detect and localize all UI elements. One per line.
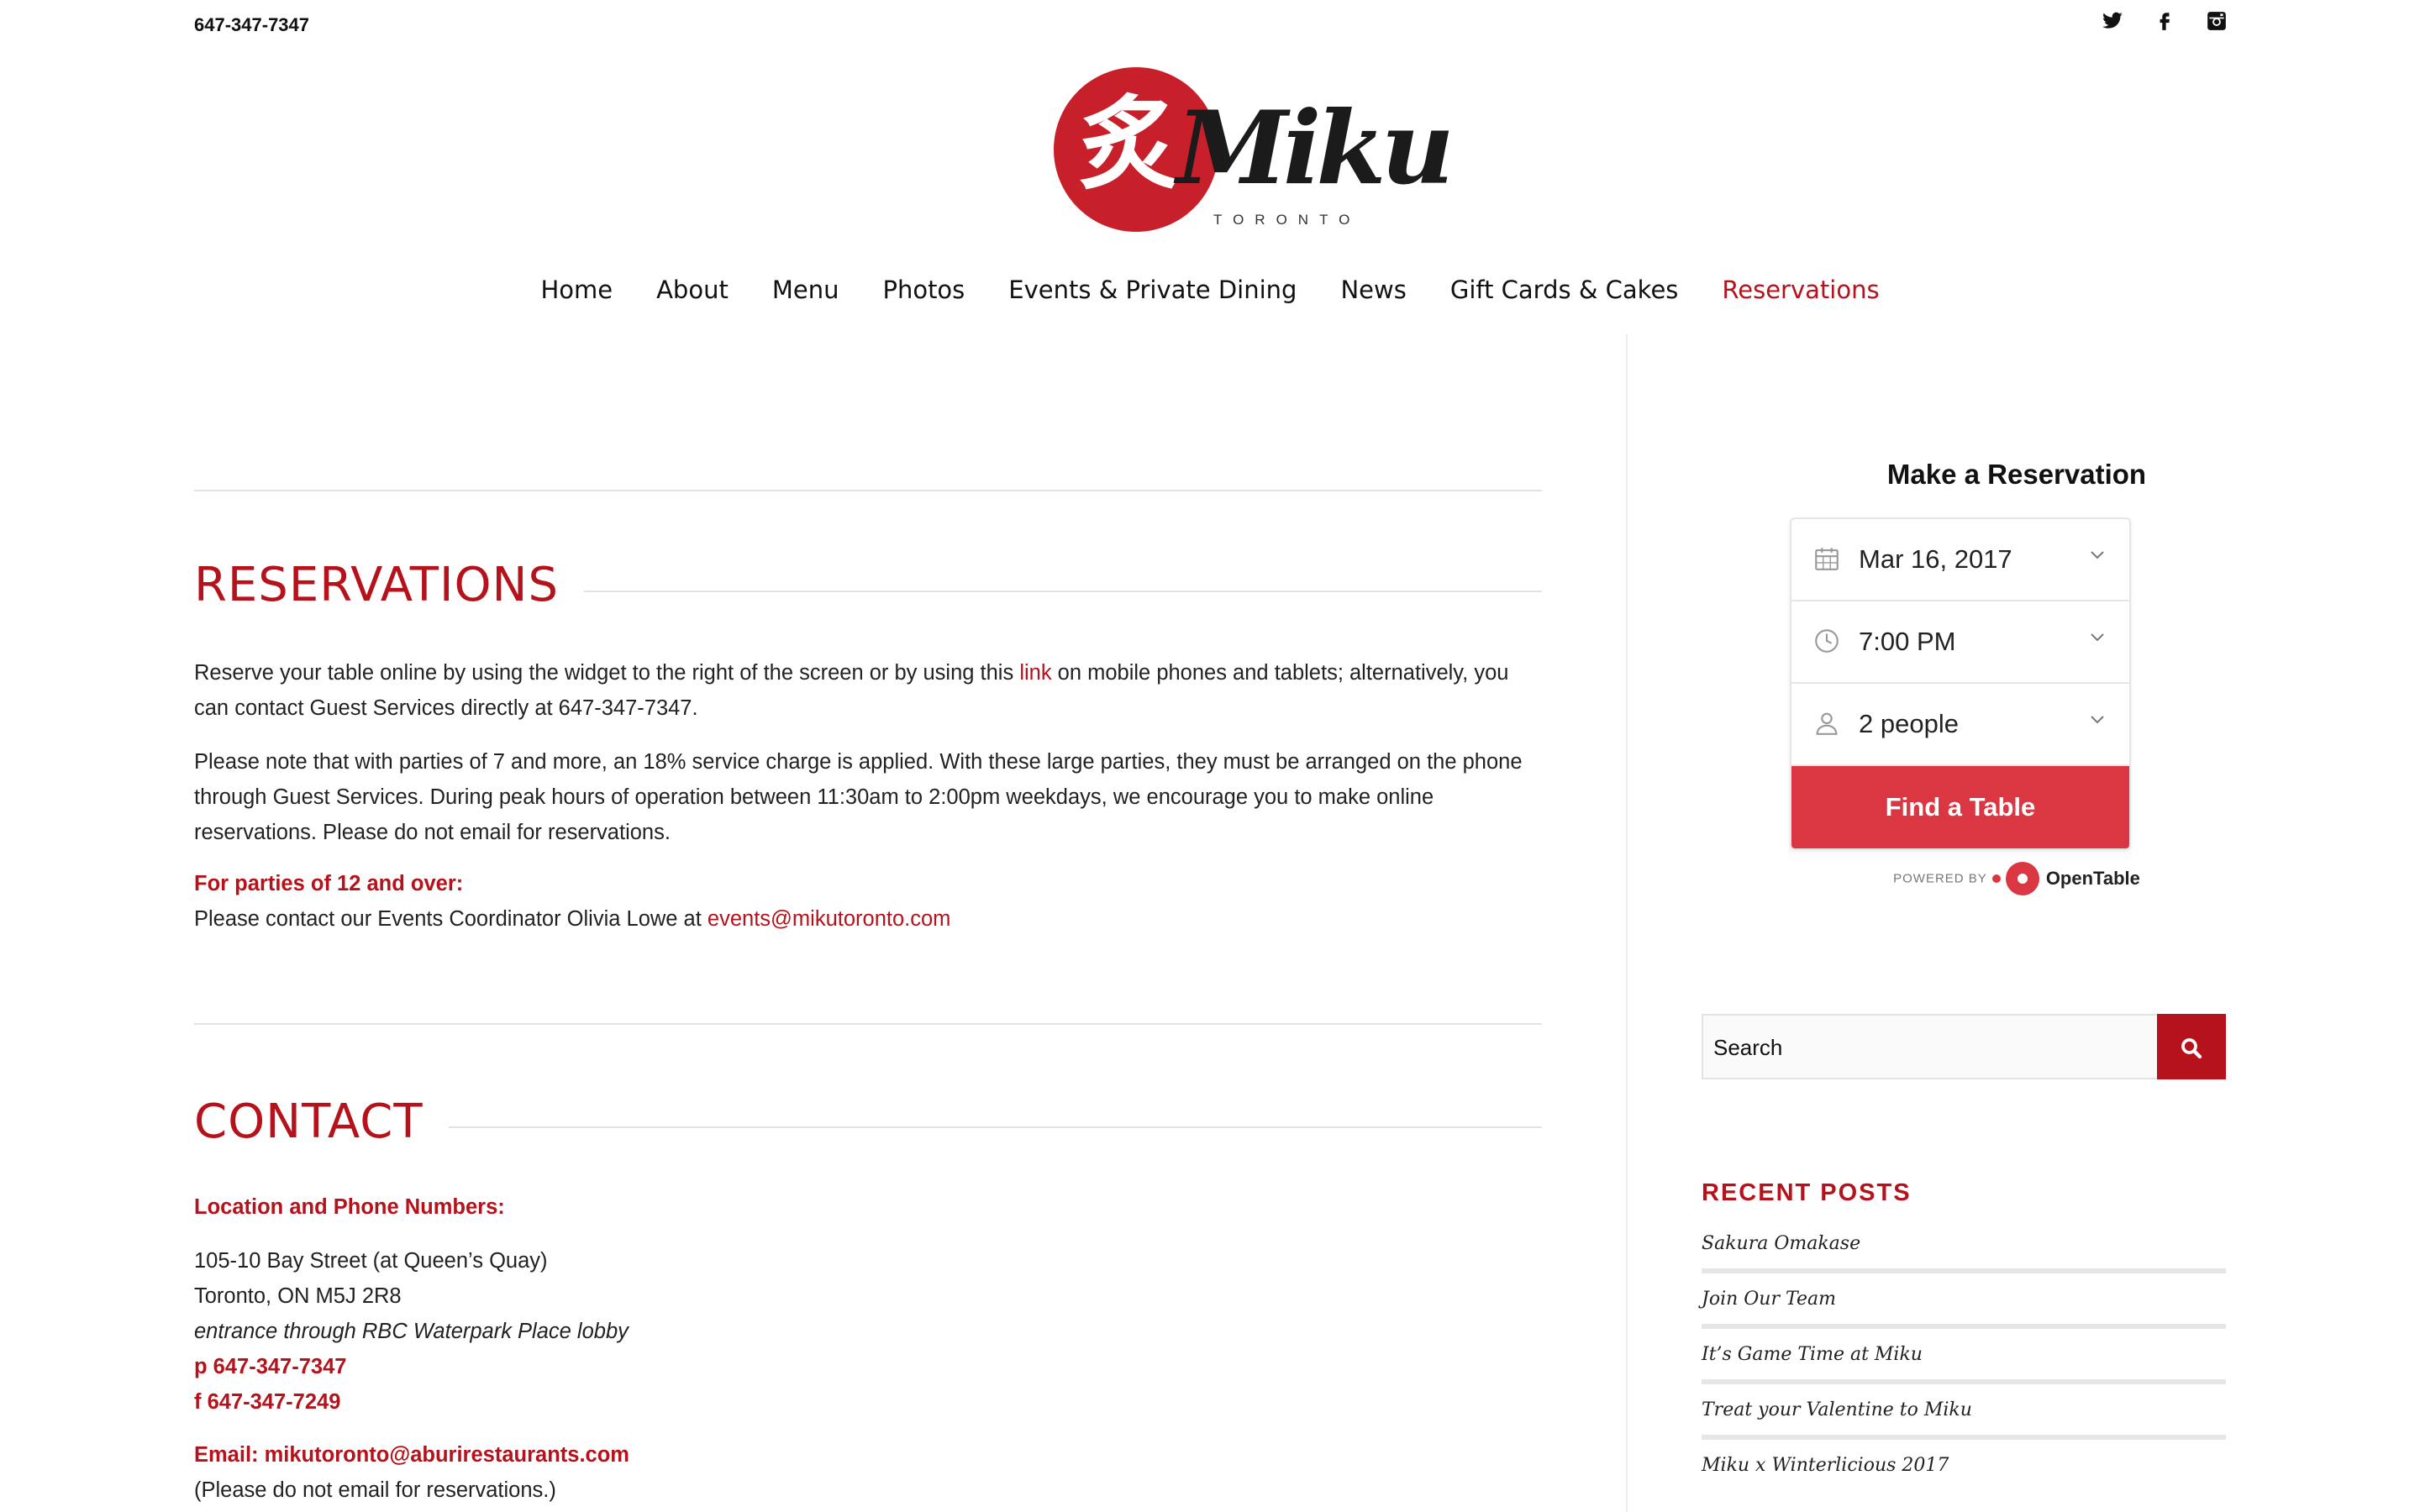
- header-phone[interactable]: 647-347-7347: [194, 14, 309, 36]
- party-size-select[interactable]: 2 people: [1791, 684, 2129, 766]
- selected-time: 7:00 PM: [1859, 627, 1956, 656]
- address-line1: 105-10 Bay Street (at Queen’s Quay): [194, 1249, 548, 1273]
- search-icon: [2179, 1031, 2204, 1063]
- mobile-reservation-link[interactable]: link: [1019, 661, 1051, 685]
- logo-city: TORONTO: [1213, 212, 1361, 228]
- nav-home[interactable]: Home: [518, 276, 634, 304]
- twitter-icon[interactable]: [2101, 10, 2124, 34]
- email-note: (Please do not email for reservations.): [194, 1478, 556, 1502]
- search-input[interactable]: [1703, 1016, 2152, 1079]
- section-divider: [194, 1023, 1542, 1025]
- location-heading: Location and Phone Numbers:: [194, 1195, 505, 1219]
- find-table-button[interactable]: Find a Table: [1791, 766, 2129, 848]
- opentable-name: OpenTable: [2045, 868, 2140, 889]
- powered-by-label: POWERED BY: [1893, 871, 1987, 886]
- main-nav: Home About Menu Photos Events & Private …: [0, 276, 2420, 304]
- large-parties-heading: For parties of 12 and over:: [194, 872, 464, 895]
- recent-posts-title: RECENT POSTS: [1702, 1179, 1912, 1206]
- recent-post-link[interactable]: It’s Game Time at Miku: [1702, 1329, 2226, 1384]
- title-rule: [555, 591, 1542, 592]
- section-divider: [194, 490, 1542, 491]
- person-icon: [1812, 709, 1842, 739]
- large-parties-label: Please contact our Events Coordinator Ol…: [194, 907, 708, 931]
- nav-about[interactable]: About: [634, 276, 750, 304]
- recent-post-link[interactable]: Sakura Omakase: [1702, 1218, 2226, 1273]
- events-email-link[interactable]: events@mikutoronto.com: [708, 907, 951, 931]
- facebook-icon[interactable]: [2153, 10, 2176, 34]
- instagram-icon[interactable]: [2205, 10, 2228, 34]
- nav-reservations[interactable]: Reservations: [1700, 276, 1901, 304]
- recent-posts-list: Sakura Omakase Join Our Team It’s Game T…: [1702, 1218, 2226, 1495]
- search-form: [1702, 1014, 2226, 1079]
- chevron-down-icon: [2087, 627, 2107, 653]
- search-button[interactable]: [2157, 1014, 2226, 1079]
- recent-post-link[interactable]: Miku x Winterlicious 2017: [1702, 1440, 2226, 1495]
- contact-title: CONTACT: [194, 1095, 449, 1149]
- date-select[interactable]: Mar 16, 2017: [1791, 519, 2129, 601]
- sidebar-divider: [1626, 334, 1628, 1512]
- intro-text-a: Reserve your table online by using the w…: [194, 661, 1020, 685]
- time-select[interactable]: 7:00 PM: [1791, 601, 2129, 684]
- chevron-down-icon: [2087, 709, 2107, 735]
- powered-by-opentable: POWERED BY OpenTable: [1790, 862, 2244, 895]
- reservations-title: RESERVATIONS: [194, 558, 584, 612]
- site-logo[interactable]: 炙 Miku TORONTO: [1050, 64, 1455, 232]
- contact-phone[interactable]: p 647-347-7347: [194, 1349, 1539, 1384]
- social-links: [2101, 10, 2228, 34]
- recent-post-link[interactable]: Treat your Valentine to Miku: [1702, 1384, 2226, 1440]
- nav-events[interactable]: Events & Private Dining: [986, 276, 1318, 304]
- calendar-icon: [1812, 544, 1842, 575]
- widget-title: Make a Reservation: [1886, 459, 2147, 490]
- address-line2: Toronto, ON M5J 2R8: [194, 1284, 402, 1308]
- address-note: entrance through RBC Waterpark Place lob…: [194, 1320, 629, 1343]
- chevron-down-icon: [2087, 544, 2107, 570]
- nav-menu[interactable]: Menu: [750, 276, 861, 304]
- opentable-dot-icon: [1991, 874, 2001, 883]
- title-rule: [433, 1126, 1542, 1128]
- page: 647-347-7347 炙 Miku TORONTO Home About M…: [0, 0, 2420, 1512]
- selected-party-size: 2 people: [1859, 709, 1959, 738]
- nav-photos[interactable]: Photos: [860, 276, 986, 304]
- large-parties-text: Please contact our Events Coordinator Ol…: [194, 901, 1539, 937]
- logo-brand: Miku: [1176, 89, 1455, 207]
- reservation-widget: Mar 16, 2017 7:00 PM 2 people Find a Tab…: [1790, 517, 2131, 850]
- logo-kanji: 炙: [1079, 85, 1180, 203]
- nav-gift-cards[interactable]: Gift Cards & Cakes: [1428, 276, 1701, 304]
- reservations-intro: Reserve your table online by using the w…: [194, 655, 1539, 726]
- recent-post-link[interactable]: Join Our Team: [1702, 1273, 2226, 1329]
- contact-fax: f 647-347-7249: [194, 1390, 341, 1414]
- nav-news[interactable]: News: [1318, 276, 1428, 304]
- contact-email[interactable]: Email: mikutoronto@aburirestaurants.com: [194, 1437, 1539, 1473]
- clock-icon: [1812, 627, 1842, 657]
- opentable-logo-icon: [2005, 862, 2039, 895]
- selected-date: Mar 16, 2017: [1859, 544, 2012, 574]
- service-charge-note: Please note that with parties of 7 and m…: [194, 750, 1523, 844]
